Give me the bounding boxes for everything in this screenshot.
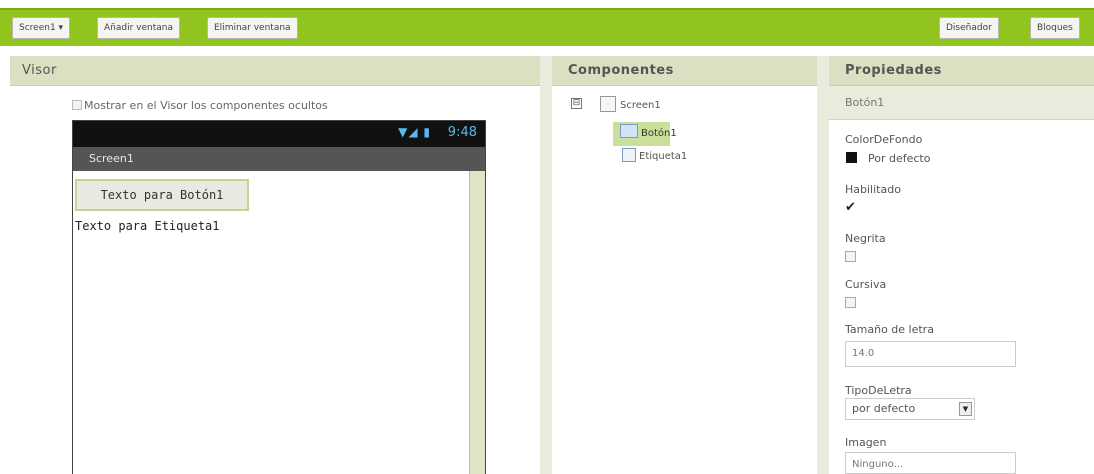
panel-divider — [540, 56, 552, 474]
phone-screen-title: Screen1 — [73, 147, 485, 171]
properties-panel-title: Propiedades — [829, 56, 1094, 86]
selected-component-name: Botón1 — [829, 86, 1094, 120]
screen-selector-button[interactable]: Screen1 ▾ — [12, 17, 71, 39]
bold-checkbox[interactable] — [845, 251, 856, 262]
button-component-icon — [620, 124, 638, 138]
status-time: 9:48 — [447, 125, 477, 140]
bg-color-value[interactable]: Por defecto — [868, 152, 930, 165]
collapse-tree-icon[interactable]: ⊟ — [571, 98, 582, 109]
components-panel-title: Componentes — [552, 56, 817, 86]
components-panel — [552, 86, 817, 474]
screen-component-icon — [600, 96, 616, 112]
remove-window-button[interactable]: Eliminar ventana — [207, 17, 298, 39]
font-type-label: TipoDeLetra — [845, 384, 912, 397]
phone-preview: ▼◢ ▮ 9:48 Screen1 Texto para Botón1 Text… — [72, 120, 486, 474]
wifi-signal-battery-icon: ▼◢ ▮ — [398, 125, 431, 139]
show-hidden-checkbox[interactable] — [72, 100, 82, 110]
bg-color-swatch[interactable] — [846, 152, 857, 163]
font-type-select[interactable]: por defecto ▼ — [845, 398, 975, 420]
image-picker[interactable]: Ninguno... — [845, 452, 1016, 474]
font-size-label: Tamaño de letra — [845, 323, 934, 336]
dropdown-arrow-icon: ▼ — [959, 402, 972, 416]
preview-button-1[interactable]: Texto para Botón1 — [75, 179, 249, 211]
phone-scroll-strip — [469, 171, 485, 474]
tree-item-etiqueta1[interactable]: Etiqueta1 — [639, 151, 687, 162]
font-size-input[interactable]: 14.0 — [845, 341, 1016, 367]
enabled-checkbox[interactable]: ✔ — [845, 200, 856, 215]
top-toolbar: Screen1 ▾ Añadir ventana Eliminar ventan… — [0, 8, 1094, 46]
phone-status-bar: ▼◢ ▮ 9:48 — [73, 121, 485, 147]
blocks-button[interactable]: Bloques — [1030, 17, 1080, 39]
bg-color-label: ColorDeFondo — [845, 133, 923, 146]
preview-label-1[interactable]: Texto para Etiqueta1 — [75, 219, 220, 233]
bold-label: Negrita — [845, 232, 886, 245]
italic-checkbox[interactable] — [845, 297, 856, 308]
image-label: Imagen — [845, 436, 887, 449]
enabled-label: Habilitado — [845, 183, 901, 196]
add-window-button[interactable]: Añadir ventana — [97, 17, 180, 39]
panel-divider — [817, 56, 829, 474]
show-hidden-label: Mostrar en el Visor los componentes ocul… — [84, 99, 328, 112]
viewer-panel-title: Visor — [10, 56, 540, 86]
font-type-value: por defecto — [852, 402, 916, 415]
tree-item-boton1[interactable]: Botón1 — [641, 128, 677, 139]
show-hidden-components-toggle[interactable]: Mostrar en el Visor los componentes ocul… — [72, 99, 328, 112]
italic-label: Cursiva — [845, 278, 887, 291]
tree-item-screen1[interactable]: Screen1 — [620, 100, 661, 111]
label-component-icon — [622, 148, 636, 162]
designer-button[interactable]: Diseñador — [939, 17, 999, 39]
